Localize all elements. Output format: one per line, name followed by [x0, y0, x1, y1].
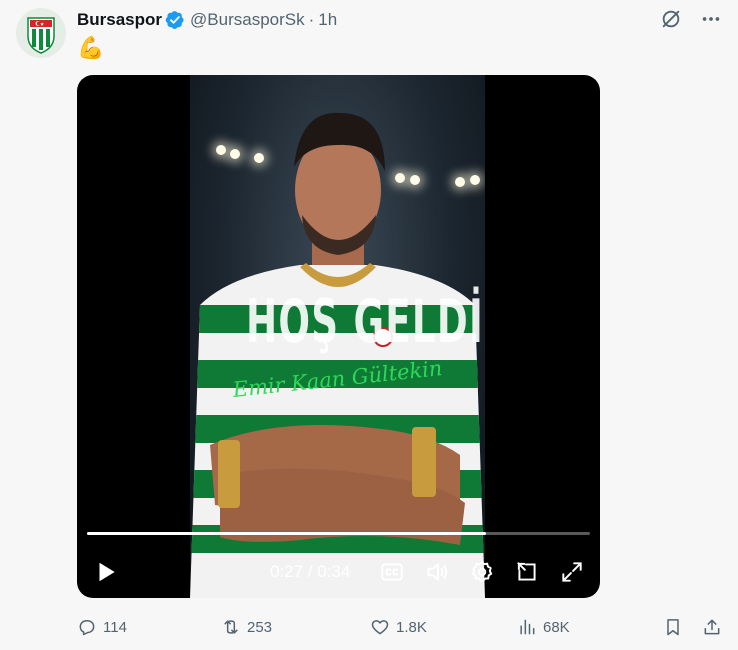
handle[interactable]: @BursasporSk: [190, 10, 305, 30]
view-count: 68K: [543, 618, 570, 636]
bookmark-icon: [667, 619, 679, 636]
play-icon[interactable]: [93, 559, 119, 585]
video-frame: HOŞ GELDİN Emir Kaan Gültekin: [190, 75, 485, 598]
more-icon[interactable]: [698, 6, 724, 32]
display-name[interactable]: Bursaspor: [77, 10, 162, 30]
avatar[interactable]: [16, 8, 66, 58]
video-progress-fill: [87, 532, 487, 535]
tweet-text: 💪: [77, 35, 105, 60]
views-icon: [520, 619, 535, 635]
like-icon: [371, 620, 389, 635]
reply-count: 114: [103, 618, 127, 636]
reply-button[interactable]: 114: [77, 612, 127, 642]
bursaspor-logo: [16, 8, 66, 58]
like-count: 1.8K: [396, 618, 427, 636]
separator-dot: ·: [308, 10, 315, 29]
share-icon: [704, 619, 720, 635]
video-progress-bar[interactable]: [87, 532, 590, 535]
tweet-actions: 114 253 1.8K 68K: [77, 612, 727, 642]
bookmark-button[interactable]: [663, 612, 683, 642]
time-display: 0:27 / 0:34: [270, 562, 351, 581]
video-player[interactable]: HOŞ GELDİN Emir Kaan Gültekin 0:27 / 0:3…: [77, 75, 600, 598]
repost-icon: [224, 620, 238, 634]
video-controls: 0:27 / 0:34: [77, 553, 600, 587]
reply-icon: [79, 620, 95, 636]
welcome-title: HOŞ GELDİN: [246, 287, 485, 357]
verified-badge-icon: [165, 10, 185, 30]
captions-icon[interactable]: [379, 559, 405, 585]
settings-icon[interactable]: [469, 559, 495, 585]
share-button[interactable]: [702, 612, 722, 642]
volume-icon[interactable]: [424, 559, 450, 585]
pip-icon[interactable]: [514, 559, 540, 585]
repost-count: 253: [247, 618, 273, 636]
fullscreen-icon[interactable]: [559, 559, 585, 585]
timestamp[interactable]: 1h: [318, 10, 337, 30]
grok-icon[interactable]: [658, 6, 684, 32]
repost-button[interactable]: 253: [221, 612, 272, 642]
like-button[interactable]: 1.8K: [370, 612, 427, 642]
views-button[interactable]: 68K: [517, 612, 570, 642]
